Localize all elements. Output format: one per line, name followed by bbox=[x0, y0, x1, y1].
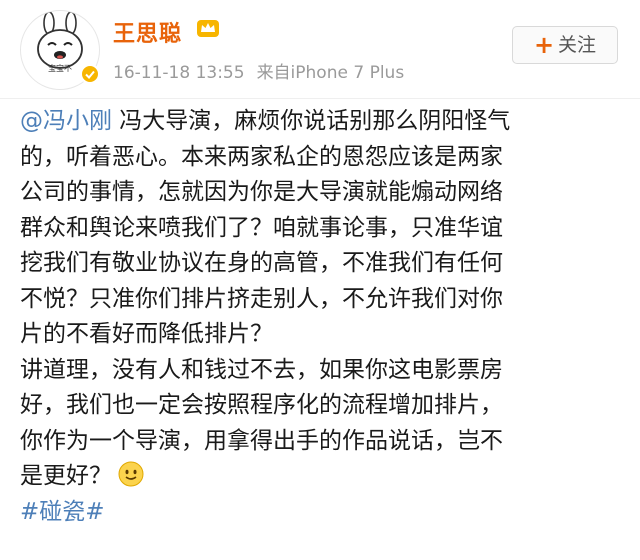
username[interactable]: 王思聪 bbox=[113, 16, 182, 48]
post-line: 好，我们也一定会按照程序化的流程增加排片， bbox=[20, 392, 503, 418]
post-line: 你作为一个导演，用拿得出手的作品说话，岂不 bbox=[20, 427, 503, 454]
post-line: #碰瓷# bbox=[20, 495, 626, 531]
post-source: 来自iPhone 7 Plus bbox=[256, 63, 405, 83]
post-line: 是更好？ bbox=[20, 459, 626, 495]
post-line-text: 冯大导演，麻烦你说话别那么阴阳怪气 bbox=[112, 108, 511, 134]
verified-badge-icon bbox=[80, 64, 100, 84]
post-line: 讲道理，没有人和钱过不去，如果你这电影票房 bbox=[20, 356, 503, 383]
hashtag-link[interactable]: #碰瓷# bbox=[20, 499, 105, 525]
crown-icon[interactable] bbox=[196, 17, 220, 39]
post-line: 片的不看好而降低排片？ bbox=[20, 321, 273, 347]
divider bbox=[0, 98, 640, 99]
follow-button[interactable]: + 关注 bbox=[512, 26, 618, 64]
timestamp[interactable]: 16-11-18 13:55 bbox=[113, 63, 245, 83]
post-line: @冯小刚 冯大导演，麻烦你说话别那么阴阳怪气 bbox=[20, 104, 626, 140]
plus-icon: + bbox=[533, 31, 555, 59]
post-line: 群众和舆论来喷我们了？咱就事论事，只准华谊 bbox=[20, 214, 503, 241]
post-meta: 16-11-18 13:55 来自iPhone 7 Plus bbox=[113, 58, 404, 83]
post-line: 不悦？只准你们排片挤走别人，不允许我们对你 bbox=[20, 285, 503, 312]
smile-emoji-icon bbox=[118, 461, 144, 487]
weibo-post-card: 宝宝不 王思聪 16-11-18 13:55 来自iPhone 7 Plus + 关… bbox=[0, 0, 640, 560]
post-text: @冯小刚 冯大导演，麻烦你说话别那么阴阳怪气 的，听着恶心。本来两家私企的恩怨应… bbox=[20, 104, 626, 530]
post-line-text: 是更好？ bbox=[20, 463, 112, 489]
follow-button-label: 关注 bbox=[558, 34, 597, 56]
mention-link[interactable]: @冯小刚 bbox=[20, 108, 112, 134]
post-line: 挖我们有敬业协议在身的高管，不准我们有任何 bbox=[20, 250, 503, 276]
post-line: 公司的事情，怎就因为你是大导演就能煽动网络 bbox=[20, 179, 503, 205]
post-line: 的，听着恶心。本来两家私企的恩怨应该是两家 bbox=[20, 143, 503, 170]
